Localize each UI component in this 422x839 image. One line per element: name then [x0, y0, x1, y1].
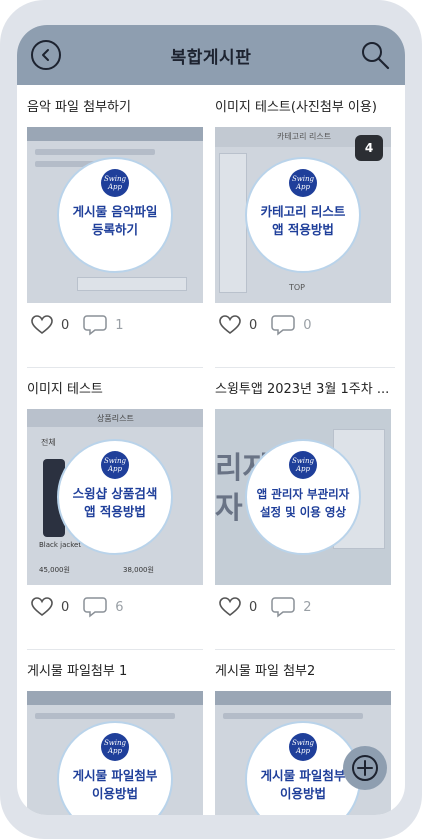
post-title[interactable]: 게시물 파일첨부 1: [27, 663, 203, 681]
page-title: 복합게시판: [170, 47, 252, 68]
like-count: 0: [249, 599, 258, 615]
swing-app-logo: Swing App: [289, 733, 317, 761]
search-button[interactable]: [359, 39, 391, 71]
post-grid: 음악 파일 첨부하기 Swing App 게시물 음악파일 등록하기 0 1 이…: [17, 85, 405, 815]
post-card[interactable]: 게시물 파일 첨부2 Swing App 게시물 파일첨부 이용방법: [215, 663, 391, 815]
thumb-ui-bar: [27, 127, 203, 141]
thumb-caption: 38,000원: [123, 566, 154, 574]
comment-icon[interactable]: [271, 314, 296, 336]
badge-line-2: 앱 적용방법: [272, 222, 334, 237]
divider: [27, 649, 203, 650]
thumb-ui-bar: [27, 691, 203, 705]
comment-count: 1: [115, 317, 124, 333]
post-thumbnail[interactable]: Swing App 게시물 파일첨부 이용방법: [27, 691, 203, 815]
like-count: 0: [61, 599, 70, 615]
device-frame: 복합게시판 음악 파일 첨부하기 Swing App 게시물 음악파일 등록하기…: [0, 0, 422, 839]
comment-icon[interactable]: [271, 596, 296, 618]
divider: [215, 367, 395, 368]
post-stats: 0 2: [219, 593, 326, 621]
like-count: 0: [61, 317, 70, 333]
thumb-caption: 카테고리 리스트: [277, 132, 332, 141]
post-thumbnail[interactable]: 리자 자 Swing App 앱 관리자 부관리자 설정 및 이용 영상: [215, 409, 391, 585]
thumb-ui-line: [35, 713, 175, 719]
back-circle-icon: [42, 49, 49, 61]
post-thumbnail[interactable]: Swing App 게시물 음악파일 등록하기: [27, 127, 203, 303]
badge-line-1: 게시물 파일첨부: [260, 768, 346, 783]
post-card[interactable]: 스윙투앱 2023년 3월 1주차 ... 리자 자 Swing App 앱 관리자…: [215, 381, 391, 618]
app-header: 복합게시판: [17, 25, 405, 85]
back-button[interactable]: [31, 40, 61, 70]
post-stats: 0 1: [31, 311, 138, 339]
post-title[interactable]: 게시물 파일 첨부2: [215, 663, 391, 681]
comment-count: 0: [303, 317, 312, 333]
app-screen: 복합게시판 음악 파일 첨부하기 Swing App 게시물 음악파일 등록하기…: [17, 25, 405, 815]
post-thumbnail[interactable]: 상품리스트 전체 Black jacket 45,000원 38,000원 Sw…: [27, 409, 203, 585]
post-card[interactable]: 이미지 테스트 상품리스트 전체 Black jacket 45,000원 38…: [27, 381, 203, 618]
thumbnail-badge: Swing App 게시물 파일첨부 이용방법: [57, 721, 173, 815]
post-title[interactable]: 음악 파일 첨부하기: [27, 99, 203, 117]
swing-app-logo: Swing App: [289, 169, 317, 197]
swing-app-logo: Swing App: [101, 451, 129, 479]
thumb-caption: 전체: [41, 438, 56, 447]
comment-icon[interactable]: [83, 596, 108, 618]
post-thumbnail[interactable]: 카테고리 리스트 TOP 4 Swing App 카테고리 리스트 앱 적용방법: [215, 127, 391, 303]
badge-line-2: 앱 적용방법: [84, 504, 146, 519]
thumbnail-badge: Swing App 게시물 음악파일 등록하기: [57, 157, 173, 273]
post-title[interactable]: 이미지 테스트(사진첨부 이용): [215, 99, 391, 117]
plus-circle-icon: [352, 755, 378, 781]
post-stats: 0 0: [219, 311, 326, 339]
post-stats: 0 6: [31, 593, 138, 621]
thumb-ui-line: [35, 149, 155, 155]
search-icon: [362, 42, 390, 70]
badge-line-1: 스윙샵 상품검색: [72, 486, 158, 501]
divider: [215, 649, 395, 650]
image-count-badge: 4: [355, 135, 383, 161]
thumb-caption: 상품리스트: [97, 414, 134, 423]
thumb-caption: 45,000원: [39, 566, 70, 574]
badge-line-1: 앱 관리자 부관리자: [256, 487, 350, 501]
thumb-ui-panel: [77, 277, 187, 291]
badge-line-1: 카테고리 리스트: [260, 204, 346, 219]
post-title[interactable]: 스윙투앱 2023년 3월 1주차 ...: [215, 381, 391, 399]
thumb-ui-bar: [215, 691, 391, 705]
heart-icon[interactable]: [219, 315, 241, 335]
post-card[interactable]: 이미지 테스트(사진첨부 이용) 카테고리 리스트 TOP 4 Swing App…: [215, 99, 391, 336]
badge-line-2: 이용방법: [279, 786, 326, 801]
swing-app-logo: Swing App: [101, 733, 129, 761]
thumb-caption: Black jacket: [39, 541, 82, 549]
add-post-button[interactable]: [343, 746, 387, 790]
swing-app-logo: Swing App: [289, 451, 317, 479]
comment-icon[interactable]: [83, 314, 108, 336]
thumbnail-badge: Swing App 스윙샵 상품검색 앱 적용방법: [57, 439, 173, 555]
thumb-caption: TOP: [289, 283, 306, 292]
heart-icon[interactable]: [31, 315, 53, 335]
badge-line-2: 등록하기: [91, 222, 138, 237]
comment-count: 6: [115, 599, 124, 615]
thumb-ui-panel: [219, 153, 247, 293]
thumb-ui-line: [223, 713, 363, 719]
like-count: 0: [249, 317, 258, 333]
post-card[interactable]: 음악 파일 첨부하기 Swing App 게시물 음악파일 등록하기 0 1: [27, 99, 203, 336]
badge-line-2: 이용방법: [91, 786, 138, 801]
post-card[interactable]: 게시물 파일첨부 1 Swing App 게시물 파일첨부 이용방법: [27, 663, 203, 815]
heart-icon[interactable]: [31, 597, 53, 617]
thumbnail-badge: Swing App 카테고리 리스트 앱 적용방법: [245, 157, 361, 273]
badge-line-1: 게시물 파일첨부: [72, 768, 158, 783]
heart-icon[interactable]: [219, 597, 241, 617]
comment-count: 2: [303, 599, 312, 615]
divider: [27, 367, 203, 368]
swing-app-logo: Swing App: [101, 169, 129, 197]
badge-line-1: 게시물 음악파일: [72, 204, 158, 219]
thumbnail-badge: Swing App 앱 관리자 부관리자 설정 및 이용 영상: [245, 439, 361, 555]
post-title[interactable]: 이미지 테스트: [27, 381, 203, 399]
badge-line-2: 설정 및 이용 영상: [259, 505, 347, 519]
